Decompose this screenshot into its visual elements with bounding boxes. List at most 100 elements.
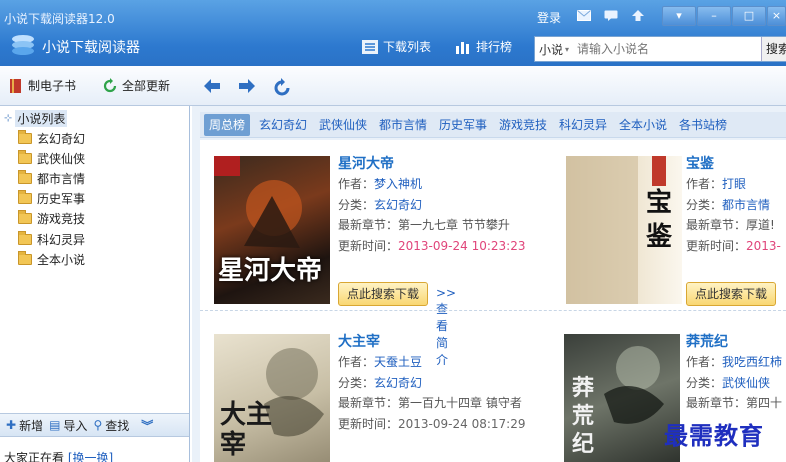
sidebar-item-label: 历史军事	[37, 192, 86, 207]
app-name: 小说下载阅读器	[42, 40, 140, 56]
minimize-icon[interactable]: –	[697, 6, 731, 26]
book-cover[interactable]: 宝鉴	[566, 156, 682, 304]
book-updated: 2013-09-24 10:23:23	[398, 238, 526, 253]
book-category[interactable]: 玄幻奇幻	[374, 376, 422, 390]
cover-title: 大主宰	[220, 400, 273, 460]
tab-dushi[interactable]: 都市言情	[379, 116, 427, 133]
import-icon: ▤	[49, 418, 61, 432]
double-chevron-down-icon: ︾	[141, 418, 154, 433]
cover-title: 宝鉴	[646, 188, 673, 252]
main-panel: 周总榜 玄幻奇幻 武侠仙侠 都市言情 历史军事 游戏竞技 科幻灵异 全本小说 各…	[192, 106, 786, 462]
forward-arrow-icon[interactable]	[238, 78, 256, 94]
maximize-icon[interactable]: □	[732, 6, 766, 26]
bar-chart-icon	[456, 41, 469, 54]
book-updated: 2013-09-24 08:17:29	[398, 416, 526, 431]
search-button[interactable]: 搜索	[761, 37, 786, 61]
author-label: 作者：	[686, 355, 723, 369]
upload-icon[interactable]	[631, 10, 645, 21]
make-ebook-button[interactable]: 制电子书	[8, 77, 76, 94]
ranking-button[interactable]: 排行榜	[455, 38, 512, 55]
book-author[interactable]: 我吃西红柿	[722, 355, 782, 369]
search-input[interactable]	[577, 42, 757, 56]
tab-site-rank[interactable]: 各书站榜	[679, 116, 727, 133]
watermark: 最需教育	[664, 421, 764, 450]
tree-branch-icon: ⊹	[4, 113, 13, 124]
category-label: 分类：	[686, 197, 723, 212]
book-title[interactable]: 宝鉴	[686, 153, 786, 175]
cover-title: 星河大帝	[218, 256, 323, 286]
author-label: 作者：	[338, 355, 375, 369]
book-title[interactable]: 星河大帝	[338, 153, 578, 175]
back-arrow-icon[interactable]	[203, 78, 221, 94]
tab-youxi[interactable]: 游戏竞技	[499, 116, 547, 133]
mail-icon[interactable]	[577, 10, 591, 21]
sidebar-item-dushi[interactable]: 都市言情	[18, 168, 85, 188]
book-latest: 厚道!	[746, 218, 775, 232]
tab-kehuan[interactable]: 科幻灵异	[559, 116, 607, 133]
find-label: 查找	[105, 418, 130, 433]
book-latest: 第一九七章 节节攀升	[398, 218, 510, 232]
make-ebook-label: 制电子书	[28, 79, 77, 93]
updated-label: 更新时间：	[686, 238, 747, 253]
list-icon	[362, 39, 378, 54]
book-cover[interactable]: 星河大帝	[214, 156, 330, 304]
category-label: 分类：	[338, 197, 375, 212]
sidebar-item-quanben[interactable]: 全本小说	[18, 249, 85, 269]
folder-icon	[18, 210, 32, 225]
add-button[interactable]: ✚ 新增	[6, 417, 43, 434]
category-tree: 玄幻奇幻 武侠仙侠 都市言情 历史军事 游戏竞技 科幻灵异 全本小说	[18, 128, 85, 269]
chevron-down-icon: ▾	[565, 44, 570, 54]
sidebar-item-xuanhuan[interactable]: 玄幻奇幻	[18, 128, 85, 148]
tab-lishi[interactable]: 历史军事	[439, 116, 487, 133]
tab-xuanhuan[interactable]: 玄幻奇幻	[259, 116, 307, 133]
close-icon[interactable]: ×	[767, 6, 786, 26]
sidebar-item-label: 科幻灵异	[37, 232, 86, 247]
sidebar-item-wuxia[interactable]: 武侠仙侠	[18, 148, 85, 168]
tab-quanben[interactable]: 全本小说	[619, 116, 667, 133]
book-cover[interactable]: 大主宰	[214, 334, 330, 462]
expand-button[interactable]: ︾	[141, 417, 153, 434]
sidebar-item-youxi[interactable]: 游戏竞技	[18, 209, 85, 229]
window-title: 小说下载阅读器12.0	[4, 12, 115, 26]
toolbar: 制电子书 全部更新	[0, 66, 786, 106]
book-category[interactable]: 都市言情	[722, 198, 770, 212]
tab-wuxia[interactable]: 武侠仙侠	[319, 116, 367, 133]
book-title[interactable]: 莽荒纪	[686, 331, 786, 353]
book-category[interactable]: 武侠仙侠	[722, 376, 770, 390]
folder-icon	[18, 169, 32, 184]
update-all-button[interactable]: 全部更新	[102, 77, 170, 94]
book-author[interactable]: 天蚕土豆	[374, 355, 422, 369]
book-category[interactable]: 玄幻奇幻	[374, 198, 422, 212]
category-label: 分类：	[338, 375, 375, 390]
search-category-select[interactable]: 小说 ▾	[535, 41, 577, 58]
import-button[interactable]: ▤ 导入	[49, 417, 87, 434]
book-author[interactable]: 打眼	[722, 177, 746, 191]
download-button[interactable]: 点此搜索下载	[686, 282, 776, 306]
sidebar-item-lishi[interactable]: 历史军事	[18, 189, 85, 209]
book-cover[interactable]: 莽荒纪	[564, 334, 680, 462]
tab-weekly[interactable]: 周总榜	[204, 114, 251, 136]
tree-root[interactable]: ⊹ 小说列表	[4, 110, 68, 127]
watching-row: 大家正在看 [换一换]	[4, 449, 113, 462]
search-icon: ⚲	[93, 418, 103, 432]
menu-icon[interactable]: ▾	[662, 6, 696, 26]
latest-label: 最新章节：	[338, 218, 399, 232]
sidebar-item-label: 都市言情	[37, 171, 86, 186]
book-icon	[10, 78, 21, 93]
reload-icon[interactable]	[273, 78, 291, 96]
message-icon[interactable]	[604, 10, 618, 21]
sidebar-item-kehuan[interactable]: 科幻灵异	[18, 229, 85, 249]
login-link[interactable]: 登录	[537, 9, 561, 26]
latest-label: 最新章节：	[686, 218, 747, 232]
author-label: 作者：	[338, 177, 375, 191]
download-list-button[interactable]: 下载列表	[362, 38, 431, 55]
download-button[interactable]: 点此搜索下载	[338, 282, 428, 306]
find-button[interactable]: ⚲ 查找	[93, 417, 129, 434]
import-label: 导入	[63, 418, 88, 433]
folder-icon	[18, 190, 32, 205]
book-title[interactable]: 大主宰	[338, 331, 578, 353]
sidebar-item-label: 玄幻奇幻	[37, 131, 86, 146]
book-author[interactable]: 梦入神机	[374, 177, 422, 191]
category-tabs: 周总榜 玄幻奇幻 武侠仙侠 都市言情 历史军事 游戏竞技 科幻灵异 全本小说 各…	[200, 112, 786, 138]
swap-link[interactable]: [换一换]	[68, 451, 113, 462]
